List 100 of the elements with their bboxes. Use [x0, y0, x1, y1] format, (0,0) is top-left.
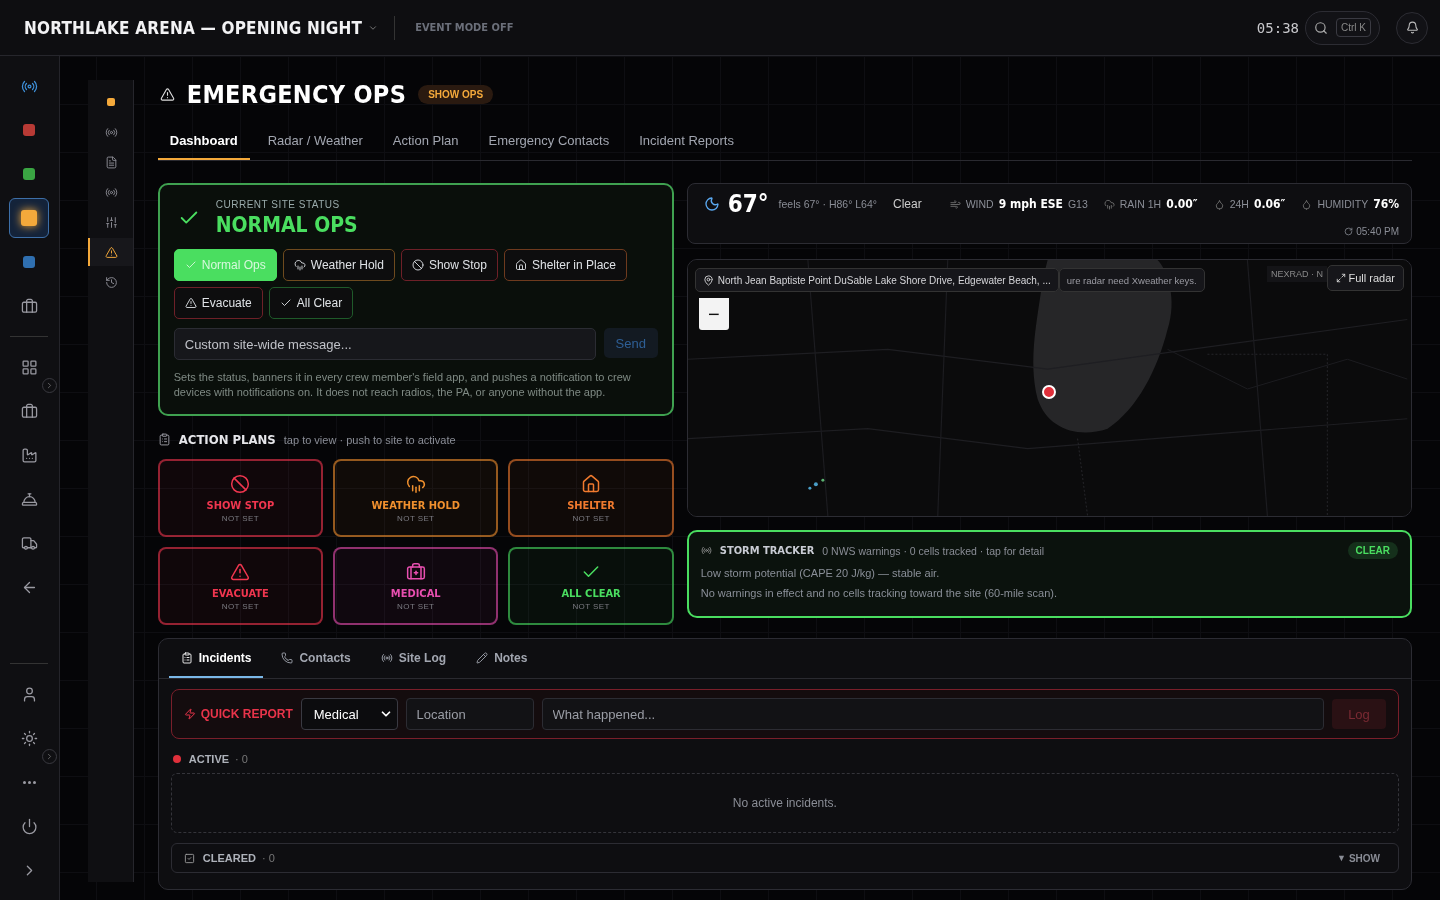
house-icon [581, 473, 602, 494]
tab[interactable]: Radar / Weather [255, 123, 375, 160]
event-mode-label: EVENT MODE OFF [415, 21, 514, 34]
refresh-icon [1344, 227, 1354, 236]
radar-map[interactable]: − North Jean Baptiste Point DuSable Lake Shore Drive, Edgewater Beach, ... ure radar need Xweather keys. NEXRAD · N Full radar [686, 259, 1412, 517]
warning-icon [104, 245, 118, 259]
history-icon [104, 275, 118, 289]
phone-icon [281, 652, 294, 664]
broadcast-icon [104, 125, 118, 139]
storm-detail: Low storm potential (CAPE 20 J/kg) — stable air. [700, 567, 941, 579]
lightning-icon [183, 708, 196, 720]
action-plan-card[interactable]: SHOW STOP NOT SET [157, 459, 324, 537]
radar-source: NEXRAD · N [1267, 266, 1327, 282]
search-icon [1314, 20, 1328, 35]
page-title: EMERGENCY OPS [186, 80, 407, 109]
ban-icon [230, 473, 251, 494]
stat-label: RAIN 1H [1119, 198, 1162, 210]
broadcast-icon [104, 185, 118, 199]
storm-tracker-title: STORM TRACKER [719, 544, 815, 557]
empty-message: No active incidents. [732, 796, 837, 810]
ban-icon [411, 259, 424, 271]
color-tile-button[interactable] [9, 198, 50, 238]
rain-cloud-icon [293, 259, 306, 271]
action-plan-card[interactable]: MEDICAL NOT SET [333, 547, 499, 625]
message-field[interactable]: Custom site-wide message... [173, 328, 596, 360]
truck-icon [20, 534, 38, 552]
active-label: ACTIVE [188, 753, 230, 765]
broadcast-icon [380, 652, 393, 664]
radar-note: ure radar need Xweather keys. [1058, 268, 1205, 292]
warning-icon [159, 87, 175, 102]
address-chip: North Jean Baptiste Point DuSable Lake Shore Drive, Edgewater Beach, ... [694, 268, 1059, 292]
rain-cloud-icon [405, 473, 426, 494]
cloche-icon [20, 490, 38, 508]
feels-like: feels 67° · H86° L64° [778, 198, 877, 210]
briefcase-icon [20, 402, 38, 420]
bell-icon [1405, 21, 1419, 34]
broadcast-icon [700, 545, 712, 556]
mode-badge: SHOW OPS [418, 85, 494, 104]
panel-tab[interactable]: Notes [464, 639, 540, 678]
tab[interactable]: Emergency Contacts [476, 123, 622, 160]
sun-icon [20, 729, 38, 747]
pin-icon [702, 274, 714, 286]
notifications-button[interactable] [1396, 11, 1428, 44]
tab[interactable]: Incident Reports [627, 123, 746, 160]
pencil-icon [476, 652, 489, 664]
stat-label: 24H [1229, 198, 1249, 210]
show-toggle[interactable]: ▼ SHOW [1330, 851, 1386, 865]
full-radar-button[interactable]: Full radar [1326, 265, 1404, 291]
stat-label: WIND [965, 198, 994, 210]
droplet-icon [1301, 198, 1313, 210]
clock: 05:38 [1256, 19, 1299, 36]
status-option[interactable]: Evacuate [173, 287, 263, 319]
location-field[interactable]: Location [405, 698, 534, 730]
rain-cloud-icon [1103, 198, 1115, 210]
storm-tracker-card[interactable]: STORM TRACKER 0 NWS warnings · 0 cells tracked · tap for detail CLEAR Low storm potential (CAPE 20 J/kg) — stable air. No warnings in effect and no cells tracking toward the site (60-mile scan). [686, 530, 1412, 618]
medical-kit-icon [405, 561, 426, 582]
updated-time: 05:40 PM [1344, 226, 1399, 237]
section-title: ACTION PLANS [178, 432, 276, 447]
status-note: Sets the status, banners it in every crew member's field app, and pushes a notification to crew devices with notifications on. It does not reach radios, the PA, or anyone without the app. [173, 370, 632, 400]
storm-detail: No warnings in effect and no cells tracking toward the site (60-mile scan). [700, 587, 1058, 599]
condition: Clear [893, 197, 922, 211]
description-field[interactable]: What happened... [541, 698, 1324, 730]
action-plan-card[interactable]: SHELTER NOT SET [508, 459, 674, 537]
gust-value: G13 [1067, 198, 1088, 210]
droplet-icon [1213, 198, 1225, 210]
temperature: 67° [727, 190, 769, 218]
tab[interactable]: Dashboard [157, 123, 250, 160]
section-hint: tap to view · push to site to activate [283, 433, 456, 446]
power-icon [20, 817, 38, 835]
action-plan-card[interactable]: ALL CLEAR NOT SET [508, 547, 674, 625]
check-icon [279, 297, 292, 309]
panel-tab[interactable]: Contacts [269, 639, 363, 678]
status-option[interactable]: Weather Hold [282, 249, 395, 281]
warning-icon [230, 561, 251, 582]
panel-tab[interactable]: Site Log [368, 639, 459, 678]
status-option[interactable]: Shelter in Place [503, 249, 627, 281]
expand-icon [1335, 273, 1346, 283]
section-button[interactable] [87, 238, 133, 266]
panel-tab[interactable]: Incidents [168, 639, 264, 678]
factory-icon [20, 446, 38, 464]
stat-value: 9 mph ESE [998, 197, 1063, 211]
active-count: · 0 [235, 753, 248, 765]
event-title[interactable]: NORTHLAKE ARENA — OPENING NIGHT [24, 17, 363, 38]
stat-label: HUMIDITY [1317, 198, 1369, 210]
type-select[interactable]: Medical [300, 698, 398, 730]
action-plan-card[interactable]: EVACUATE NOT SET [157, 547, 324, 625]
tab[interactable]: Action Plan [380, 123, 471, 160]
status-badge: CLEAR [1347, 542, 1398, 559]
action-plan-card[interactable]: WEATHER HOLD NOT SET [333, 459, 499, 537]
search-button[interactable]: Ctrl K [1305, 10, 1380, 45]
house-icon [514, 259, 527, 271]
check-icon [184, 259, 197, 271]
status-option[interactable]: All Clear [268, 287, 354, 319]
grid-icon [20, 358, 38, 376]
sliders-icon [104, 215, 118, 229]
status-caption: CURRENT SITE STATUS [215, 199, 341, 210]
shortcut-hint: Ctrl K [1336, 18, 1371, 37]
zoom-out-button[interactable]: − [698, 298, 729, 330]
status-option[interactable]: Show Stop [400, 249, 498, 281]
stat-value: 0.00″ [1166, 197, 1198, 211]
